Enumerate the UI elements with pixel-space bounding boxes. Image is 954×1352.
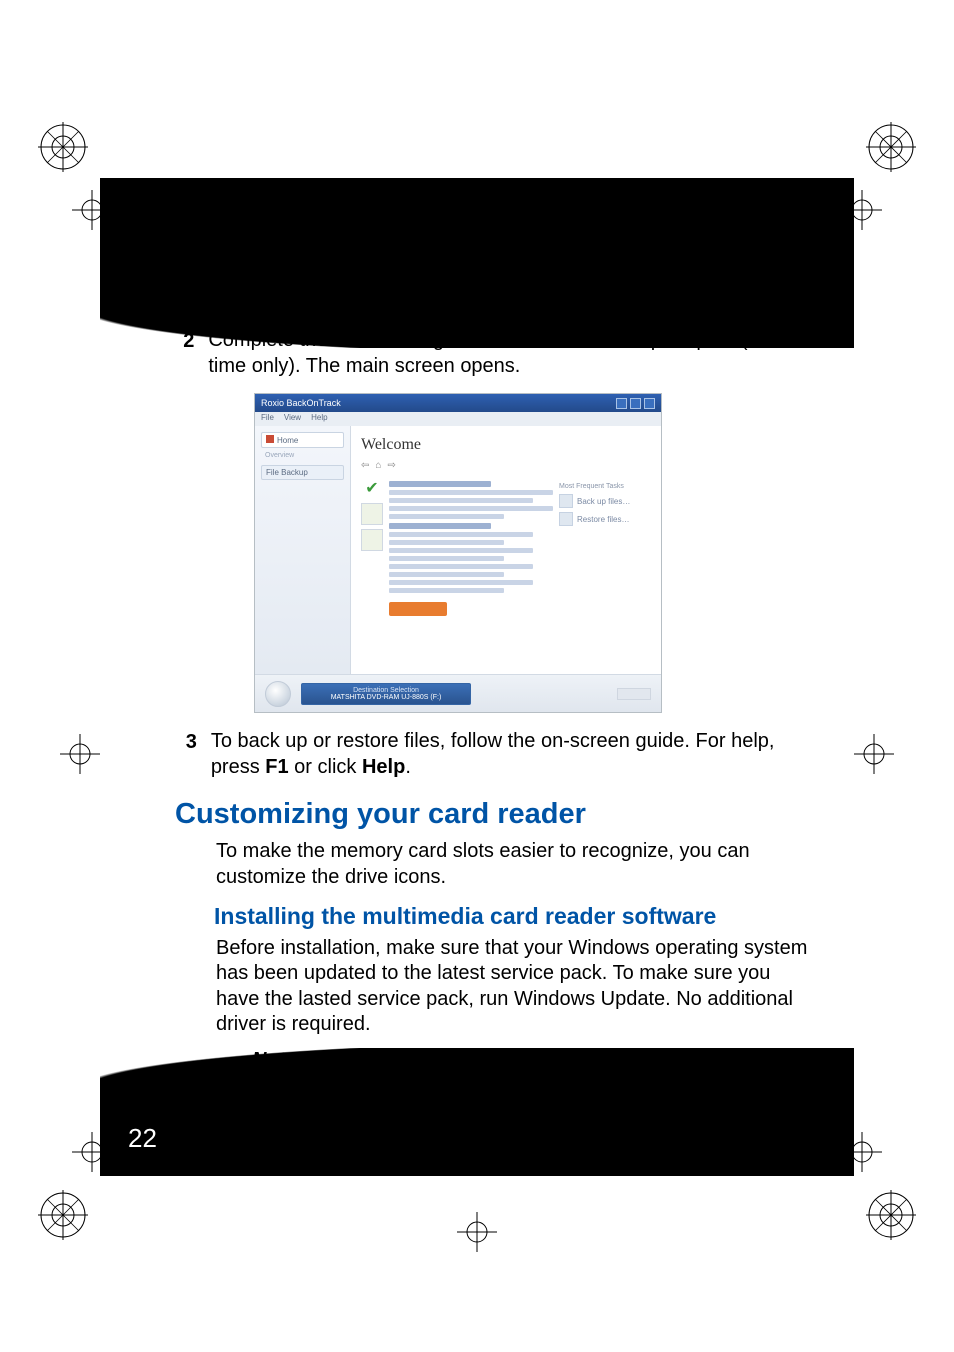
screenshot-panel: ✔: [361, 477, 651, 620]
thumbnail-icon: [361, 529, 383, 551]
close-icon: [644, 398, 655, 409]
menu-name: Help: [362, 756, 405, 778]
back-icon: ⇦: [361, 460, 369, 471]
checkmark-icon: ✔: [361, 477, 383, 499]
screenshot-heading: Welcome: [361, 436, 651, 454]
step-3: 3 To back up or restore files, follow th…: [178, 729, 814, 780]
menu-help: Help: [311, 413, 327, 425]
step-2: 2 Complete the Product Registration info…: [178, 328, 814, 379]
paragraph: Before installation, make sure that your…: [216, 936, 814, 1038]
menu-file: File: [261, 413, 274, 425]
content-column: 2 Complete the Product Registration info…: [178, 328, 814, 1099]
task-icon: [559, 494, 573, 508]
screenshot-menubar: File View Help: [255, 412, 661, 426]
step-text: Complete the Product Registration inform…: [208, 328, 814, 379]
manual-page: 2 Complete the Product Registration info…: [0, 0, 954, 1352]
sidebar-label: Home: [277, 436, 298, 445]
destination-selector: Destination Selection MATSHITA DVD-RAM U…: [301, 683, 471, 705]
maximize-icon: [630, 398, 641, 409]
text-fragment: .: [405, 756, 411, 778]
text-fragment: or click: [289, 756, 362, 778]
forward-icon: ⇨: [387, 460, 395, 471]
key-name: F1: [265, 756, 288, 778]
home-small-icon: ⌂: [375, 460, 381, 471]
registration-mark-icon: [36, 120, 90, 174]
sidebar-item-home: Home: [261, 432, 344, 448]
right-item-label: Restore files…: [577, 515, 629, 524]
window-buttons: [616, 398, 655, 409]
heading-installing: Installing the multimedia card reader so…: [214, 903, 814, 930]
menu-view: View: [284, 413, 301, 425]
right-column-title: Most Frequent Tasks: [559, 483, 645, 490]
minimize-icon: [616, 398, 627, 409]
registration-mark-icon: [36, 1188, 90, 1242]
step-text: To back up or restore files, follow the …: [211, 729, 814, 780]
step-number: 3: [178, 729, 197, 780]
header-band: [100, 178, 854, 316]
screenshot-action-button: [389, 602, 447, 616]
screenshot-footer: Destination Selection MATSHITA DVD-RAM U…: [255, 674, 661, 712]
screenshot-body: Home Overview File Backup Welcome ⇦ ⌂ ⇨ …: [255, 426, 661, 674]
home-icon: [266, 435, 274, 443]
screenshot-sidebar: Home Overview File Backup: [255, 426, 351, 674]
crosshair-icon: [60, 734, 100, 774]
app-screenshot: Roxio BackOnTrack File View Help Home Ov…: [254, 393, 662, 713]
thumbnail-icon: [361, 503, 383, 525]
right-item-label: Back up files…: [577, 497, 630, 506]
screenshot-titlebar: Roxio BackOnTrack: [255, 394, 661, 412]
right-item: Restore files…: [559, 512, 645, 526]
destination-label: Destination Selection: [310, 687, 462, 694]
screenshot-title: Roxio BackOnTrack: [261, 398, 341, 408]
capacity-indicator-icon: [617, 688, 651, 700]
screenshot-right-column: Most Frequent Tasks Back up files… Resto…: [559, 477, 651, 620]
screenshot-thumb-column: ✔: [361, 477, 383, 620]
right-item: Back up files…: [559, 494, 645, 508]
screenshot-nav-icons: ⇦ ⌂ ⇨: [361, 460, 651, 471]
screenshot-main: Welcome ⇦ ⌂ ⇨ ✔: [351, 426, 661, 674]
sidebar-item-file-backup: File Backup: [261, 465, 344, 480]
heading-customizing: Customizing your card reader: [175, 798, 814, 831]
crosshair-icon: [457, 1212, 497, 1252]
crosshair-icon: [854, 734, 894, 774]
screenshot-description: [389, 477, 553, 620]
page-number: 22: [128, 1123, 157, 1154]
destination-device: MATSHITA DVD-RAM UJ-880S (F:): [310, 694, 462, 701]
disc-icon: [265, 681, 291, 707]
registration-mark-icon: [864, 1188, 918, 1242]
step-number: 2: [178, 328, 194, 379]
paragraph: To make the memory card slots easier to …: [216, 839, 814, 890]
registration-mark-icon: [864, 120, 918, 174]
task-icon: [559, 512, 573, 526]
sidebar-sub-overview: Overview: [265, 452, 344, 459]
footer-band: 22: [100, 1080, 854, 1176]
